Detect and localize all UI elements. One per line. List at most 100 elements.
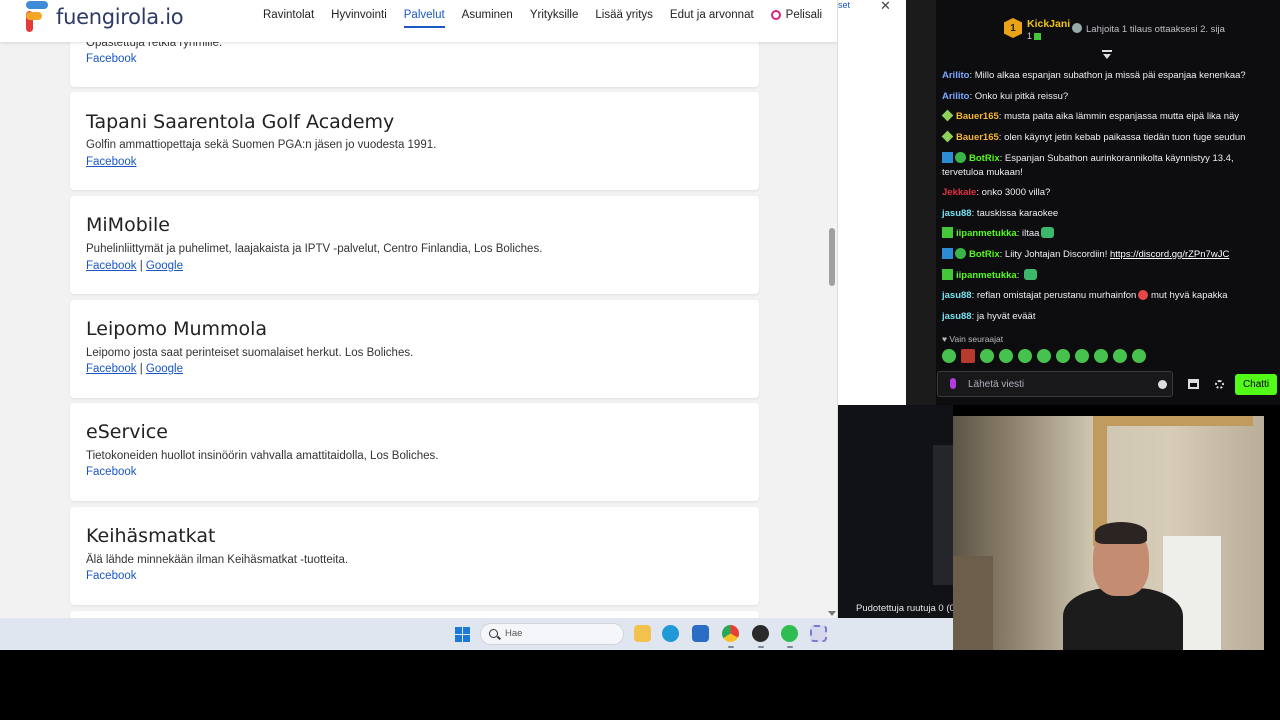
taskbar-search[interactable]: Hae [480,623,624,645]
background-tab-fragment: set [838,0,851,10]
nav-item-yrityksille[interactable]: Yrityksille [530,0,579,30]
main-nav: Ravintolat Hyvinvointi Palvelut Asuminen… [263,0,837,30]
chat-message: Jekkale: onko 3000 villa? [942,187,1051,198]
obs-icon[interactable] [752,625,769,642]
chat-message: jasu88: reflan omistajat perustanu murha… [942,290,1228,301]
chat-username[interactable]: BotRix [969,249,1000,260]
facebook-link[interactable]: Facebook [86,570,137,582]
streamer-body [1063,588,1183,650]
nav-item-edut-ja-arvonnat[interactable]: Edut ja arvonnat [670,0,754,30]
gift-leaderboard: 1 KickJani 1 Lahjoita 1 tilaus ottaakses… [936,10,1280,48]
nav-item-pelisali-label: Pelisali [785,9,823,21]
moderator-badge-icon [942,248,953,259]
site-logo[interactable]: fuengirola.io [24,0,184,34]
emote-icon[interactable] [980,349,994,363]
emote-icon[interactable] [1018,349,1032,363]
store-icon[interactable] [1188,379,1199,389]
obs-panel [933,445,953,585]
windows-start-icon[interactable] [455,627,470,642]
discord-link[interactable]: https://discord.gg/rZPn7wJC [1110,249,1229,260]
microphone-icon[interactable] [950,378,956,389]
chat-username[interactable]: iipanmetukka [956,270,1017,281]
chat-text: Liity Johtajan Discordiin! [1004,249,1108,260]
emoji-icon[interactable] [1158,380,1167,389]
card-links: Facebook [86,156,137,168]
google-link[interactable]: Google [146,260,183,272]
chat-text: Onko kui pitkä reissu? [974,91,1069,102]
facebook-link[interactable]: Facebook [86,156,137,168]
card-title: eService [86,421,168,443]
chat-message-input[interactable] [968,376,1148,392]
emote-icon[interactable] [942,349,956,363]
emote-icon[interactable] [1075,349,1089,363]
emote-icon[interactable] [1132,349,1146,363]
nav-item-hyvinvointi[interactable]: Hyvinvointi [331,0,387,30]
nav-item-pelisali[interactable]: Pelisali [770,0,823,30]
windows-taskbar: Hae [0,618,953,650]
chrome-icon[interactable] [722,625,739,642]
emote-icon[interactable] [999,349,1013,363]
facebook-link[interactable]: Facebook [86,466,137,478]
page-scrollbar[interactable] [827,42,837,618]
emote-icon[interactable] [1056,349,1070,363]
gift-prompt-text: Lahjoita 1 tilaus ottaaksesi 2. sija [1086,24,1225,35]
browser-viewport: fuengirola.io Ravintolat Hyvinvointi Pal… [0,0,838,618]
nav-item-asuminen[interactable]: Asuminen [462,0,513,30]
google-link[interactable]: Google [146,363,183,375]
file-explorer-icon[interactable] [634,625,651,642]
chat-username[interactable]: jasu88 [942,208,972,219]
running-indicator [758,646,764,648]
rank-badge-icon: 1 [1004,18,1022,38]
chat-username[interactable]: iipanmetukka [956,228,1017,239]
verified-badge-icon [955,248,966,259]
emote-icon[interactable] [1037,349,1051,363]
chat-text: olen käynyt jetin kebab paikassa tiedän … [1004,132,1246,143]
subscriber-badge-icon [942,269,953,280]
logo-text: fuengirola.io [56,5,184,29]
nav-item-ravintolat[interactable]: Ravintolat [263,0,314,30]
facebook-link[interactable]: Facebook [86,260,137,272]
gear-icon[interactable] [1215,380,1224,389]
leader-count-value: 1 [1027,31,1033,41]
snipping-tool-icon[interactable] [810,625,827,642]
microsoft-store-icon[interactable] [692,625,709,642]
whatsapp-icon[interactable] [781,625,798,642]
facebook-link[interactable]: Facebook [86,363,137,375]
chat-message: BotRix: Liity Johtajan Discordiin! https… [942,248,1274,262]
emote-icon[interactable] [1094,349,1108,363]
chat-username[interactable]: Bauer165 [956,132,999,143]
close-icon[interactable]: ✕ [880,0,891,14]
chat-username[interactable]: Arilito [942,70,969,81]
emote-icon[interactable] [961,349,975,363]
chat-text: tauskissa karaokee [976,208,1059,219]
moderator-badge-icon [942,152,953,163]
bookshelf [953,556,993,650]
chat-username[interactable]: Arilito [942,91,969,102]
nav-item-palvelut[interactable]: Palvelut [403,0,445,30]
chat-username[interactable]: Bauer165 [956,111,999,122]
facebook-link[interactable]: Facebook [86,53,137,65]
nav-item-lisaa-yritys[interactable]: Lisää yritys [595,0,653,30]
collapse-icon[interactable] [1102,50,1112,60]
gift-prompt[interactable]: Lahjoita 1 tilaus ottaaksesi 2. sija [1072,23,1225,35]
sub-gift-icon [1034,33,1042,40]
emote-icon[interactable] [1113,349,1127,363]
chat-message: Arilito: Onko kui pitkä reissu? [942,91,1069,102]
card-description: Tietokoneiden huollot insinöörin vahvall… [86,450,439,462]
gift-icon [1072,23,1082,33]
emote-icon [1024,269,1037,280]
card-title: MiMobile [86,214,170,236]
leader-name[interactable]: KickJani [1027,18,1070,30]
chat-username[interactable]: jasu88 [942,290,972,301]
scrollbar-thumb[interactable] [829,228,835,286]
scroll-down-arrow-icon[interactable] [828,611,836,616]
chat-message: BotRix: Espanjan Subathon aurinkoranniko… [942,152,1234,178]
edge-icon[interactable] [662,625,679,642]
service-card: eService Tietokoneiden huollot insinööri… [70,403,759,501]
leader-count: 1 [1027,31,1042,41]
chat-username[interactable]: jasu88 [942,311,972,322]
chat-username[interactable]: BotRix [969,153,1000,164]
chat-username[interactable]: Jekkale [942,187,976,198]
send-chat-button[interactable]: Chatti [1235,374,1277,395]
chat-message: jasu88: tauskissa karaokee [942,208,1059,219]
